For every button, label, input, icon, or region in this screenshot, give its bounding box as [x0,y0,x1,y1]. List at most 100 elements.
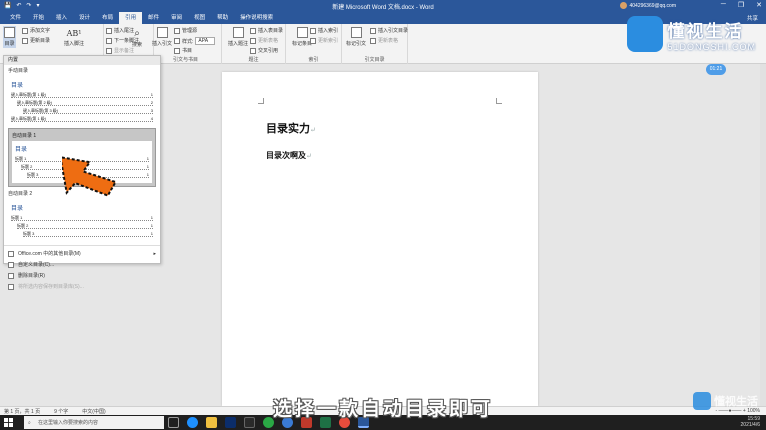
custom-toc-item[interactable]: 自定义目录(C)... [4,259,160,270]
toc-line-text: 标题 1 [11,215,23,220]
tab-review[interactable]: 审阅 [165,12,188,24]
account[interactable]: 404296369@qq.com [619,2,677,9]
time-badge: 01:21 [706,64,726,75]
search-button[interactable]: ⌕ 搜索 [132,28,142,48]
update-table-button[interactable]: 更新目录 [22,37,50,44]
save-selection-label: 将所选内容保存到目录库(S)... [18,284,84,290]
tell-me-search[interactable]: 操作说明搜索 [234,12,279,24]
remove-toc-icon [8,272,14,279]
add-text-icon [22,27,28,34]
toc-line-text: 键入章标题(第 3 级) [23,108,59,113]
submenu-arrow-icon: ▸ [153,250,156,257]
restore-button[interactable]: ❐ [738,1,744,9]
toc-button-label: 目录 [4,41,15,47]
toc-line-text: 标题 3 [27,172,39,177]
toc-line: 键入章标题(第 1 级) 4 [11,116,153,122]
paragraph-mark: ↵ [306,152,312,160]
update-index-button[interactable]: 更新索引 [310,37,338,44]
document-subheading[interactable]: 目录次啊及↵ [266,150,312,161]
tab-file[interactable]: 文件 [4,12,27,24]
toc-line-page: 1 [150,231,153,236]
update-authorities-button[interactable]: 更新表格 [370,37,398,44]
toc-line: 键入章标题(第 1 级) 1 [11,92,153,98]
brand-logo-small-icon [693,392,711,410]
insert-index-icon [310,27,316,34]
tab-references[interactable]: 引用 [119,12,143,24]
insert-table-authorities-button[interactable]: 插入引文目录 [370,27,408,34]
vertical-scrollbar[interactable] [760,64,766,406]
style-dropdown[interactable]: APA [195,37,216,45]
insert-index-button[interactable]: 插入索引 [310,27,338,34]
manage-sources-button[interactable]: 管理源 [174,27,197,34]
clock-date: 2021/4/6 [741,422,760,428]
bibliography-button[interactable]: 书目 [174,47,192,54]
bibliography-icon [174,47,180,54]
tab-layout[interactable]: 布局 [96,12,119,24]
save-selection-item[interactable]: 将所选内容保存到目录库(S)... [4,281,160,292]
document-heading[interactable]: 目录实力↵ [266,120,316,136]
custom-toc-icon [8,261,14,268]
manual-toc-title: 目录 [11,83,24,89]
toc-button[interactable]: 目录 [3,26,16,48]
more-tocs-item[interactable]: Office.com 中的其他目录(M) ▸ [4,248,160,259]
insert-footnote-button[interactable]: AB¹ 插入脚注 [64,29,84,47]
remove-toc-item[interactable]: 删除目录(R) [4,270,160,281]
tab-mailings[interactable]: 邮件 [142,12,165,24]
user-email: 404296369@qq.com [629,2,677,9]
brand-name: 懂视生活 [667,21,744,41]
mark-entry-icon [296,27,308,38]
tab-view[interactable]: 视图 [188,12,211,24]
group-captions: 插入题注 插入表目录 更新表格 交叉引用 题注 [222,24,286,64]
cross-reference-button[interactable]: 交叉引用 [250,47,278,54]
date-text: 2021/4/6 [740,422,760,428]
insert-table-of-figures-button[interactable]: 插入表目录 [250,27,283,34]
title-bar: 💾 ↶ ↷ ▾ 新建 Microsoft Word 文档.docx - Word… [0,0,766,12]
cross-reference-icon [250,47,256,54]
manual-toc-label: 手动目录 [8,68,29,74]
avatar [619,2,627,9]
heading-text: 目录实力 [266,122,310,135]
add-text-button[interactable]: 添加文字 [22,27,50,34]
insert-footnote-label: 插入脚注 [64,41,85,47]
group-authorities: 标记引文 插入引文目录 更新表格 引文目录 [342,24,408,64]
toc-line-text: 标题 3 [23,231,35,236]
toc-line: 标题 3 1 [23,231,153,237]
endnote-icon [106,27,112,34]
toc-line-page: 1 [150,92,153,97]
insert-caption-button[interactable]: 插入题注 [228,27,248,47]
group-index: 标记条目 插入索引 更新索引 索引 [286,24,342,64]
refresh-icon [22,37,28,44]
margin-mark-top-right [496,98,502,104]
mark-citation-button[interactable]: 标记引文 [346,27,366,47]
manual-toc-option[interactable]: 目录 键入章标题(第 1 级) 1 键入章标题(第 2 级) 2 键入章标题(第 3… [8,77,156,127]
style-label: 样式: [182,38,194,45]
brand-name-small: 懂视生活 [714,396,758,408]
update-index-label: 更新索引 [318,38,339,44]
tab-design[interactable]: 设计 [73,12,96,24]
video-subtitle: 选择一款自动目录即可 [272,398,493,420]
brand-watermark-small: 懂视生活 [693,392,758,410]
document-page[interactable]: 目录实力↵ 目录次啊及↵ [222,72,538,406]
insert-table-of-figures-label: 插入表目录 [258,28,284,34]
update-figures-button[interactable]: 更新表格 [250,37,278,44]
update-authorities-icon [370,37,376,44]
auto-toc-2-option[interactable]: 目录 标题 1 1 标题 2 1 标题 3 1 [8,200,156,242]
next-footnote-icon [106,37,112,44]
insert-citation-button[interactable]: 插入引文 [152,27,172,47]
toc-line-text: 键入章标题(第 1 级) [11,116,47,121]
close-button[interactable]: ✕ [756,1,762,9]
minimize-button[interactable]: ─ [721,1,726,9]
tab-home[interactable]: 开始 [27,12,50,24]
tab-help[interactable]: 帮助 [211,12,234,24]
toc-line-text: 键入章标题(第 2 级) [17,100,53,105]
update-index-icon [310,37,316,44]
toc-line: 键入章标题(第 2 级) 2 [17,100,153,106]
tab-insert[interactable]: 插入 [50,12,73,24]
brand-watermark: 懂视生活 51DONGSHI.COM [627,16,756,52]
toc-line-page: 1 [146,172,149,177]
auto-toc-1-label: 自动目录 1 [12,133,37,139]
save-selection-icon [8,283,14,290]
mark-entry-button[interactable]: 标记条目 [292,27,312,47]
gallery-header: 内置 [4,56,160,65]
style-selector[interactable]: 样式: APA [174,37,216,45]
